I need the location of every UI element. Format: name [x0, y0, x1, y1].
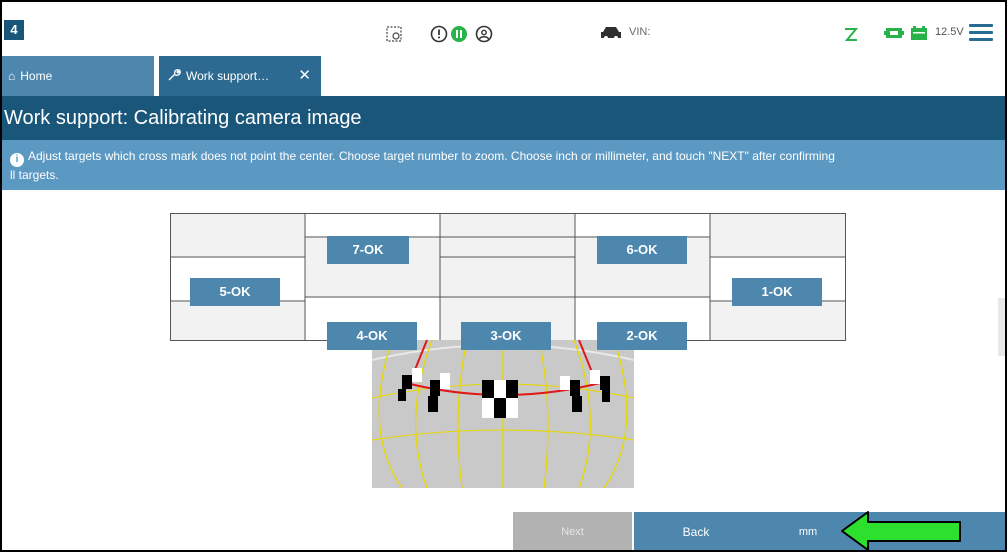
menu-icon[interactable]: [969, 24, 993, 42]
calibration-view: 7-OK 6-OK 5-OK 1-OK 4-OK 3-OK 2-OK: [0, 190, 1007, 552]
alert-icon[interactable]: [430, 25, 448, 48]
wireless-icon: [842, 25, 860, 48]
vci-icon: [884, 25, 904, 46]
car-icon: [600, 25, 622, 46]
target-5-button[interactable]: 5-OK: [190, 278, 280, 306]
vin-label: VIN:: [629, 26, 651, 38]
tab-home[interactable]: ⌂ Home: [0, 56, 154, 96]
next-button[interactable]: Next: [513, 512, 632, 552]
screenshot-icon[interactable]: [385, 25, 403, 48]
target-1-button[interactable]: 1-OK: [732, 278, 822, 306]
wrench-icon: [167, 56, 181, 96]
battery-voltage: 12.5V: [935, 26, 964, 38]
target-4-button[interactable]: 4-OK: [327, 322, 417, 350]
info-icon: i: [10, 153, 24, 167]
page-title: Work support: Calibrating camera image: [0, 96, 1007, 140]
tab-home-label: Home: [20, 69, 53, 83]
instruction-line-1: i Adjust targets which cross mark does no…: [10, 148, 999, 167]
pause-icon[interactable]: [450, 25, 468, 48]
status-bar: 4 VIN: 12.5V: [0, 0, 1007, 56]
tab-work-support[interactable]: Work support… ✕: [159, 56, 321, 96]
target-6-button[interactable]: 6-OK: [597, 236, 687, 264]
battery-icon: [910, 25, 928, 46]
user-icon[interactable]: [475, 25, 493, 48]
scrollbar[interactable]: [998, 298, 1007, 356]
tab-work-support-label: Work support…: [186, 69, 270, 83]
tab-bar: ⌂ Home Work support… ✕: [0, 56, 1007, 96]
close-icon[interactable]: ✕: [298, 56, 311, 96]
annotation-arrow-icon: [841, 511, 961, 551]
instruction-text: Adjust targets which cross mark does not…: [28, 149, 835, 163]
target-7-button[interactable]: 7-OK: [327, 236, 409, 264]
app-logo: 4: [4, 20, 24, 40]
target-3-button[interactable]: 3-OK: [461, 322, 551, 350]
camera-overlay: [371, 339, 635, 489]
instruction-line-2: ll targets.: [10, 168, 59, 182]
target-2-button[interactable]: 2-OK: [597, 322, 687, 350]
checker-center: [482, 380, 518, 418]
instruction-banner: i Adjust targets which cross mark does no…: [0, 140, 1007, 190]
home-icon: ⌂: [8, 69, 16, 83]
camera-image[interactable]: [371, 339, 635, 489]
back-button[interactable]: Back: [634, 512, 758, 552]
